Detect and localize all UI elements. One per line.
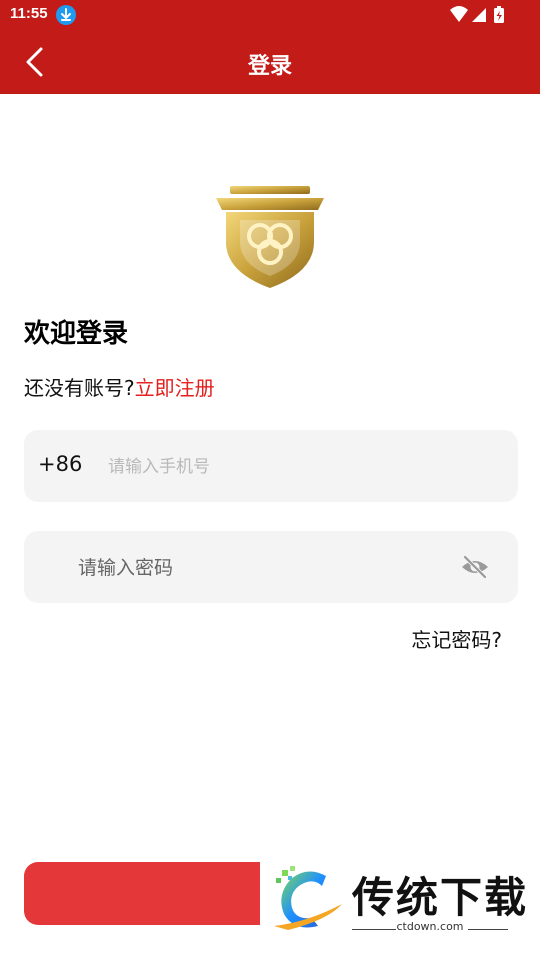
app-logo: [214, 184, 326, 290]
status-icons: [450, 5, 510, 25]
register-row: 还没有账号?立即注册: [24, 372, 215, 401]
status-time: 11:55: [10, 5, 48, 22]
battery-charging-icon: [494, 6, 504, 23]
watermark-logo-icon: [268, 864, 348, 936]
password-input[interactable]: [76, 531, 460, 605]
watermark-url: ctdown.com: [396, 920, 464, 933]
forgot-password-link[interactable]: 忘记密码?: [411, 624, 502, 653]
phone-field: +86: [24, 430, 518, 504]
welcome-title: 欢迎登录: [24, 319, 129, 349]
watermark-title: 传统下载: [352, 873, 529, 922]
app-bar: 登录: [0, 30, 540, 94]
watermark: 传统下载 ctdown.com: [260, 860, 540, 944]
page-title: 登录: [247, 54, 292, 79]
watermark-divider-right: [468, 929, 508, 930]
download-icon: [56, 5, 76, 25]
status-bar: 11:55: [0, 0, 540, 30]
wifi-icon: [450, 6, 468, 22]
password-field: [24, 531, 518, 605]
country-code[interactable]: +86: [38, 452, 82, 476]
phone-input[interactable]: [106, 430, 490, 504]
eye-off-icon: [462, 555, 488, 579]
register-link[interactable]: 立即注册: [135, 376, 215, 400]
password-visibility-toggle[interactable]: [460, 553, 490, 581]
register-prompt: 还没有账号?: [24, 376, 135, 400]
signal-icon: [472, 8, 486, 22]
